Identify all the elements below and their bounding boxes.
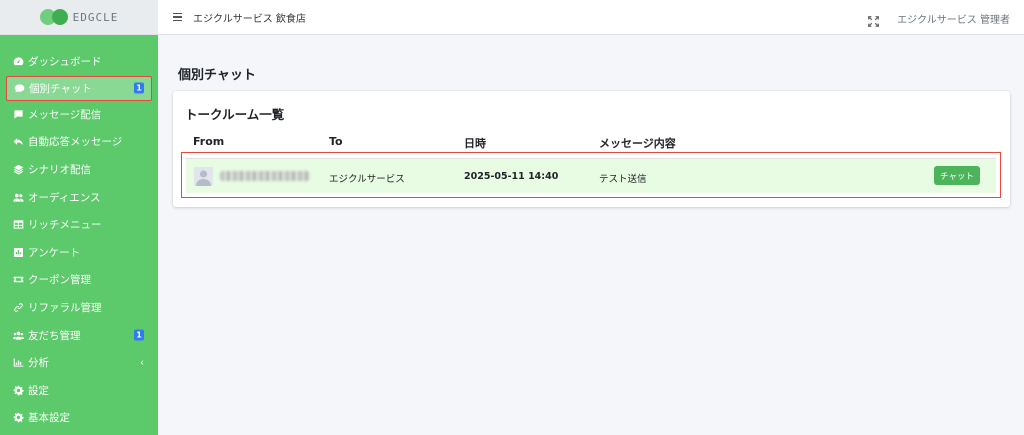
sidebar-item-label: 個別チャット [29,82,92,95]
friends-icon [13,330,24,341]
column-header-datetime: 日時 [464,137,486,150]
sidebar-item-friends[interactable]: 友だち管理 1 [0,321,158,349]
sidebar-item-individual-chat[interactable]: 個別チャット 1 [6,75,152,101]
sidebar-item-scenario-delivery[interactable]: シナリオ配信 [0,156,158,184]
sidebar-item-message-delivery[interactable]: メッセージ配信 [0,101,158,129]
sidebar-item-label: 自動応答メッセージ [28,136,123,149]
chat-bubble-icon [14,83,25,94]
sidebar-item-label: オーディエンス [28,191,101,204]
page-title: 個別チャット [178,68,256,83]
sidebar-item-label: リファラル管理 [28,302,102,315]
sidebar-item-label: 友だち管理 [28,329,81,342]
sidebar-item-audience[interactable]: オーディエンス [0,183,158,211]
column-header-message: メッセージ内容 [599,137,676,150]
sidebar: EDGCLE ダッシュボード 個別チャット 1 メッセージ配信 自動応答メッセー… [0,0,158,435]
store-name: エジクルサービス 飲食店 [193,13,306,25]
gauge-icon [13,56,24,67]
user-menu[interactable]: エジクルサービス 管理者 [897,11,1010,26]
column-header-from: From [193,135,225,148]
poll-icon [13,247,24,258]
edgcle-logo-icon [39,9,68,25]
gear-icon [13,385,24,396]
sidebar-item-settings[interactable]: 設定 [0,377,158,405]
sidebar-item-label: クーポン管理 [28,274,91,287]
unread-badge: 1 [134,82,144,94]
column-header-to: To [329,135,343,148]
talk-room-card: トークルーム一覧 From To 日時 メッセージ内容 エジクルサービス 202… [173,91,1010,207]
chart-icon [13,357,24,368]
sidebar-item-auto-reply[interactable]: 自動応答メッセージ [0,128,158,156]
sidebar-item-label: シナリオ配信 [28,164,91,177]
brand-logo[interactable]: EDGCLE [0,0,158,35]
table-icon [13,219,24,230]
sidebar-item-label: 基本設定 [28,412,70,425]
sidebar-item-label: 設定 [28,384,49,397]
sidebar-item-analytics[interactable]: 分析 ‹ [0,349,158,377]
sidebar-item-label: ダッシュボード [28,56,102,69]
reply-icon [13,136,24,147]
highlight-annotation [181,152,1001,198]
sidebar-item-basic-settings[interactable]: 基本設定 [0,404,158,432]
chevron-left-icon[interactable]: ‹ [140,357,144,368]
card-title: トークルーム一覧 [185,107,285,122]
sidebar-item-label: メッセージ配信 [28,108,102,121]
menu-toggle-icon[interactable] [173,13,182,21]
sidebar-item-survey[interactable]: アンケート [0,239,158,267]
sidebar-item-label: リッチメニュー [28,219,102,232]
sidebar-item-label: アンケート [28,246,81,259]
sidebar-nav: ダッシュボード 個別チャット 1 メッセージ配信 自動応答メッセージ シナリオ配… [0,48,158,432]
users-icon [13,192,24,203]
gear-icon [13,412,24,423]
top-header: エジクルサービス 飲食店 エジクルサービス 管理者 [158,0,1024,35]
count-badge: 1 [134,329,144,341]
sidebar-item-referral[interactable]: リファラル管理 [0,294,158,322]
layers-icon [13,164,24,175]
message-icon [13,109,24,120]
sidebar-item-dashboard[interactable]: ダッシュボード [0,48,158,76]
link-icon [13,302,24,313]
sidebar-item-rich-menu[interactable]: リッチメニュー [0,211,158,239]
sidebar-item-label: 分析 [28,357,49,370]
brand-name: EDGCLE [72,10,119,24]
sidebar-item-coupon[interactable]: クーポン管理 [0,266,158,294]
ticket-icon [13,274,24,285]
fullscreen-icon[interactable] [868,12,879,27]
